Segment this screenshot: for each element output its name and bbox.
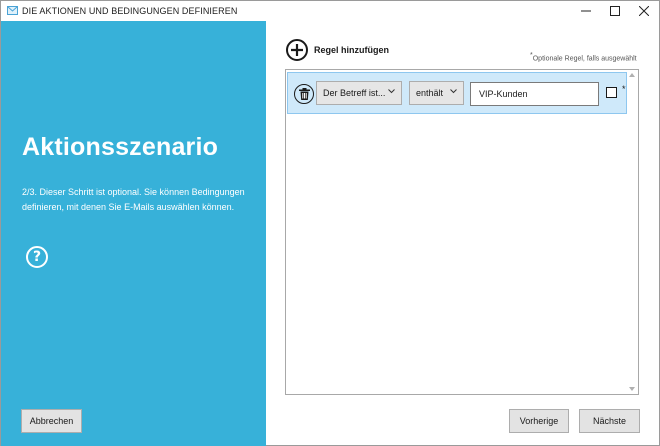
close-icon bbox=[639, 6, 649, 16]
rules-scrollbar[interactable] bbox=[627, 71, 637, 393]
chevron-down-icon bbox=[388, 89, 395, 94]
plus-circle-icon bbox=[286, 39, 308, 61]
add-rule-button[interactable]: Regel hinzufügen bbox=[286, 39, 389, 61]
next-button[interactable]: Nächste bbox=[579, 409, 640, 433]
optional-rule-checkbox[interactable] bbox=[606, 87, 617, 98]
add-rule-label: Regel hinzufügen bbox=[314, 45, 389, 55]
minimize-icon bbox=[581, 10, 591, 12]
scroll-up-icon[interactable] bbox=[629, 73, 635, 77]
optional-rule-note: *Optionale Regel, falls ausgewählt bbox=[530, 52, 637, 62]
close-button[interactable] bbox=[630, 1, 658, 21]
delete-rule-button[interactable] bbox=[294, 84, 314, 104]
app-icon bbox=[7, 6, 18, 15]
rule-row[interactable]: Der Betreff ist... enthält VIP-Kunden * bbox=[287, 72, 627, 114]
previous-button[interactable]: Vorherige bbox=[509, 409, 569, 433]
condition-field-value: Der Betreff ist... bbox=[323, 88, 386, 98]
window-title: DIE AKTIONEN UND BEDINGUNGEN DEFINIEREN bbox=[22, 6, 238, 16]
cancel-button[interactable]: Abbrechen bbox=[21, 409, 82, 433]
title-bar: DIE AKTIONEN UND BEDINGUNGEN DEFINIEREN bbox=[1, 1, 659, 21]
condition-value-input[interactable]: VIP-Kunden bbox=[470, 82, 599, 106]
rules-list: Der Betreff ist... enthält VIP-Kunden * bbox=[285, 69, 639, 395]
trash-icon bbox=[298, 88, 310, 100]
condition-operator-value: enthält bbox=[416, 88, 444, 98]
maximize-button[interactable] bbox=[601, 1, 629, 21]
condition-operator-select[interactable]: enthält bbox=[409, 81, 464, 105]
page-title: Aktionsszenario bbox=[22, 133, 219, 161]
maximize-icon bbox=[610, 6, 620, 16]
help-icon[interactable]: ? bbox=[26, 246, 48, 268]
wizard-window: DIE AKTIONEN UND BEDINGUNGEN DEFINIEREN … bbox=[0, 0, 660, 446]
minimize-button[interactable] bbox=[572, 1, 600, 21]
optional-note-text: Optionale Regel, falls ausgewählt bbox=[532, 55, 637, 63]
chevron-down-icon bbox=[450, 89, 457, 94]
optional-rule-mark: * bbox=[622, 84, 626, 94]
step-description: 2/3. Dieser Schritt ist optional. Sie kö… bbox=[22, 187, 245, 212]
condition-field-select[interactable]: Der Betreff ist... bbox=[316, 81, 402, 105]
scenario-side-panel: Aktionsszenario 2/3. Dieser Schritt ist … bbox=[1, 21, 266, 446]
scroll-down-icon[interactable] bbox=[629, 387, 635, 391]
